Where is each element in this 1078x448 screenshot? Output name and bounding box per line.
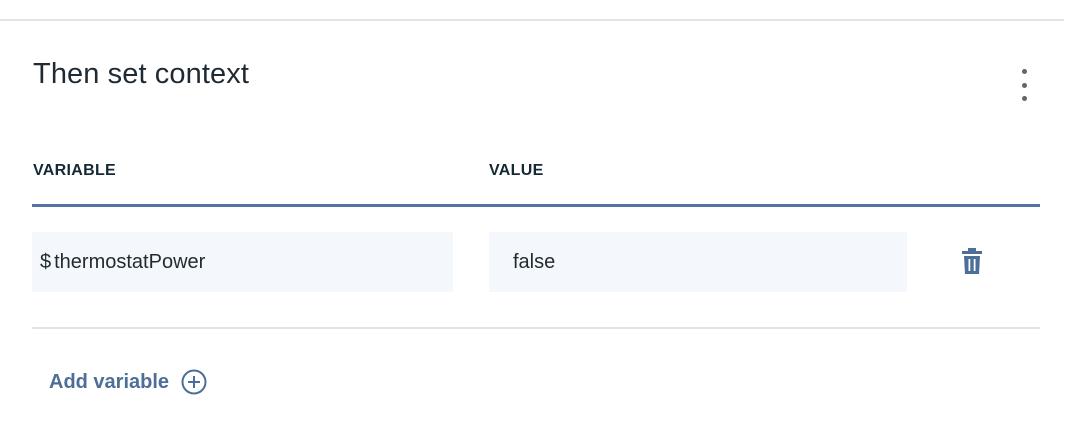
row-divider (32, 327, 1040, 329)
column-header-variable: VARIABLE (33, 162, 116, 179)
overflow-menu-button[interactable] (1008, 64, 1040, 106)
variable-value-text: false (513, 250, 556, 273)
variable-value-input[interactable]: false (489, 232, 907, 292)
add-circle-icon (181, 369, 207, 395)
add-variable-label: Add variable (49, 370, 170, 393)
context-panel: Then set context VARIABLE VALUE $ thermo… (0, 0, 1078, 448)
variable-name-input[interactable]: $ thermostatPower (32, 232, 453, 292)
variable-prefix: $ (40, 250, 52, 273)
overflow-menu-icon (1021, 69, 1027, 74)
trash-icon[interactable] (960, 247, 984, 275)
add-variable-button[interactable]: Add variable (49, 369, 207, 395)
overflow-menu-dot (1021, 96, 1027, 101)
header-rule (32, 204, 1040, 207)
section-title: Then set context (33, 58, 249, 90)
top-divider (0, 19, 1064, 21)
column-header-value: VALUE (489, 162, 544, 179)
overflow-menu-dot (1021, 82, 1027, 88)
variable-name-value: thermostatPower (54, 250, 206, 273)
